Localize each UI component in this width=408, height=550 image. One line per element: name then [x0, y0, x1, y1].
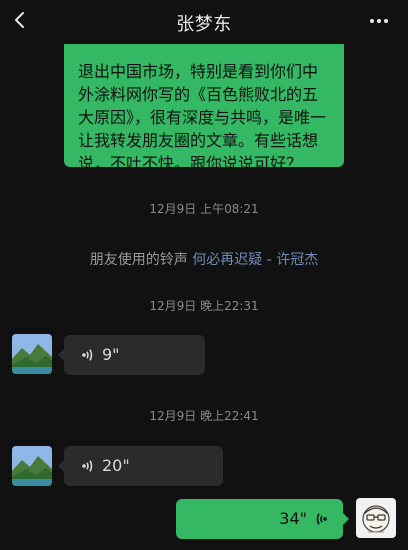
voice-duration: 9"	[102, 345, 120, 364]
my-avatar[interactable]	[356, 498, 396, 538]
more-button[interactable]	[368, 10, 390, 32]
top-bar: 张梦东	[0, 0, 408, 44]
timestamp-3: 12月9日 晚上22:41	[149, 409, 259, 423]
timestamp-1: 12月9日 上午08:21	[149, 202, 259, 216]
voice-wave-icon	[82, 460, 93, 472]
outgoing-text-message[interactable]: 退出中国市场，特别是看到你们中外涂料网你写的《百色熊败北的五大原因》，很有深度与…	[64, 44, 344, 173]
voice-wave-icon	[316, 513, 327, 525]
ringtone-link[interactable]: 何必再迟疑 - 许冠杰	[192, 252, 318, 268]
voice-wave-icon	[82, 349, 93, 361]
chat-area[interactable]: 退出中国市场，特别是看到你们中外涂料网你写的《百色熊败北的五大原因》，很有深度与…	[0, 44, 408, 550]
ringtone-system-message: 朋友使用的铃声 何必再迟疑 - 许冠杰	[0, 249, 408, 269]
timestamp-2: 12月9日 晚上22:31	[149, 299, 259, 313]
outgoing-voice-message[interactable]: 34"	[176, 499, 349, 539]
more-horizontal-icon	[370, 19, 388, 23]
incoming-voice-message-1[interactable]: 9"	[58, 335, 205, 375]
voice-duration: 34"	[279, 509, 307, 528]
contact-avatar[interactable]	[12, 334, 52, 374]
caricature-avatar-icon	[356, 498, 396, 538]
landscape-avatar-icon	[12, 446, 52, 486]
voice-duration: 20"	[102, 456, 130, 475]
chat-title: 张梦东	[176, 14, 232, 35]
contact-avatar[interactable]	[12, 446, 52, 486]
landscape-avatar-icon	[12, 334, 52, 374]
ringtone-label: 朋友使用的铃声	[89, 252, 188, 268]
incoming-voice-message-2[interactable]: 20"	[58, 446, 223, 486]
